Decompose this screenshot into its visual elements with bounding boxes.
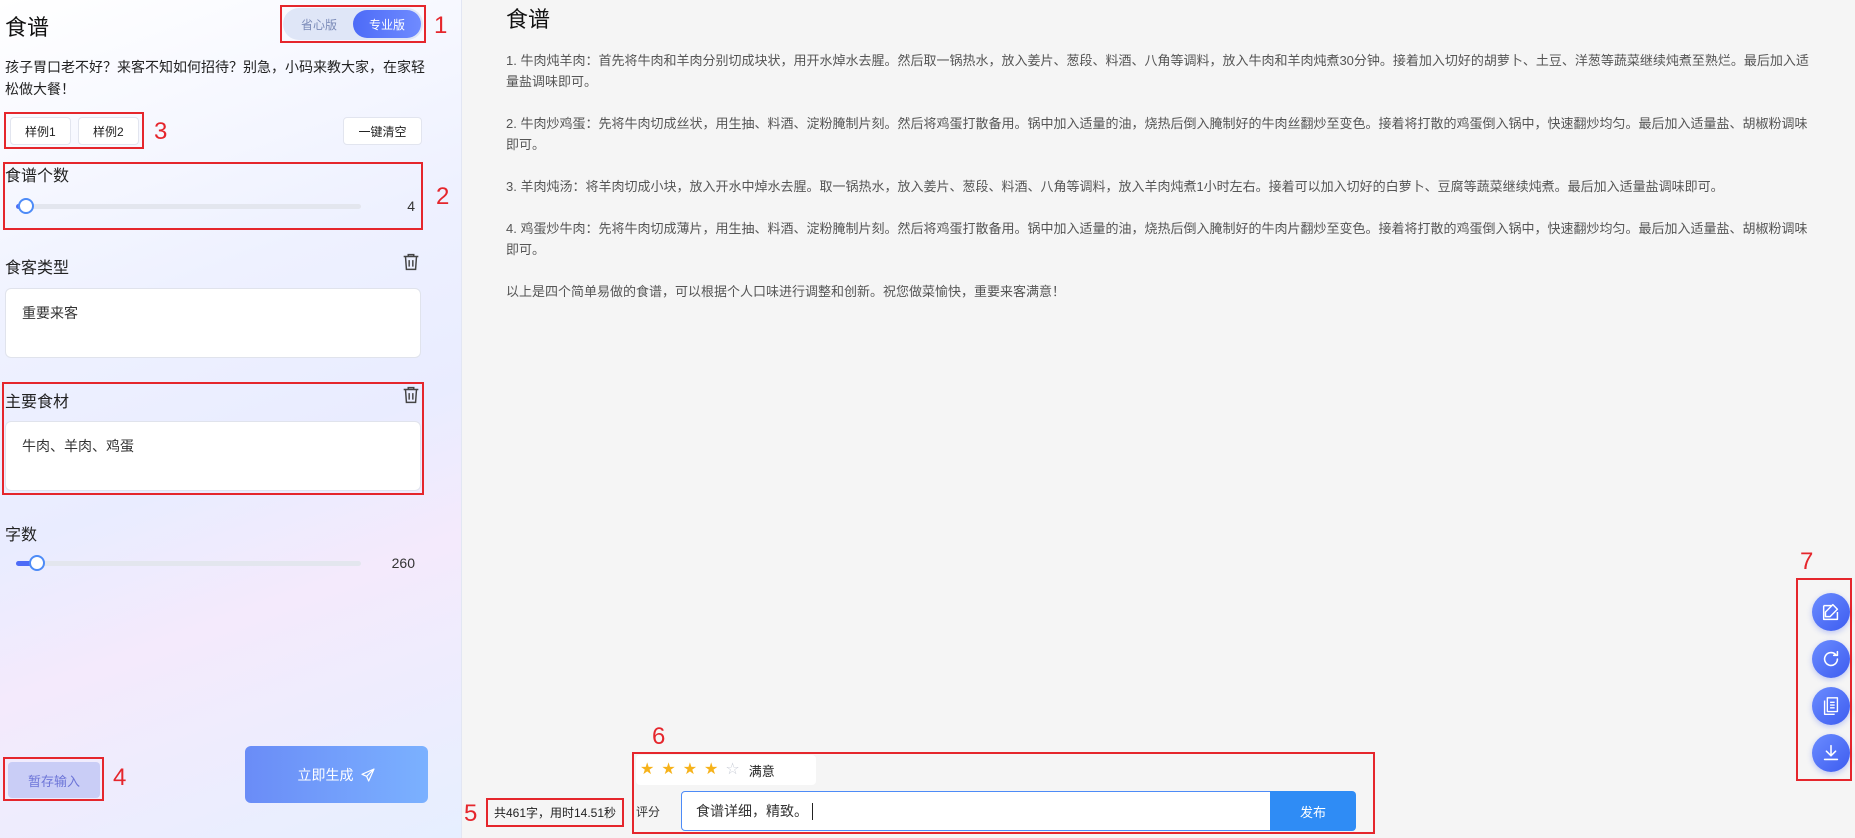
result-content: 1. 牛肉炖羊肉：首先将牛肉和羊肉分别切成块状，用开水焯水去腥。然后取一锅热水，… bbox=[506, 50, 1816, 323]
guest-type-label: 食客类型 bbox=[5, 260, 70, 277]
guest-type-input[interactable]: 重要来客 bbox=[5, 288, 421, 358]
recipe-paragraph: 4. 鸡蛋炒牛肉：先将牛肉切成薄片，用生抽、料酒、淀粉腌制片刻。然后将鸡蛋打散备… bbox=[506, 221, 1808, 257]
annotation-number-1: 1 bbox=[434, 12, 448, 39]
recipe-summary: 以上是四个简单易做的食谱，可以根据个人口味进行调整和创新。祝您做菜愉快，重要来客… bbox=[506, 284, 1066, 299]
annotation-number-5: 5 bbox=[464, 800, 478, 827]
annotation-box-3 bbox=[4, 112, 144, 149]
trash-icon[interactable] bbox=[400, 251, 422, 273]
annotation-number-6: 6 bbox=[652, 723, 666, 750]
word-count-label: 字数 bbox=[5, 527, 38, 544]
annotation-number-4: 4 bbox=[113, 764, 127, 791]
annotation-box-2 bbox=[3, 162, 423, 230]
annotation-number-3: 3 bbox=[154, 118, 168, 145]
recipe-paragraph: 3. 羊肉炖汤：将羊肉切成小块，放入开水中焯水去腥。取一锅热水，放入姜片、葱段、… bbox=[506, 179, 1724, 194]
word-count-value: 260 bbox=[391, 555, 415, 571]
annotation-box-7 bbox=[1796, 578, 1852, 781]
annotation-box-ingredients bbox=[2, 382, 424, 495]
annotation-box-4 bbox=[3, 757, 104, 801]
annotation-number-2: 2 bbox=[436, 183, 450, 210]
annotation-box-5 bbox=[486, 798, 624, 827]
annotation-box-6 bbox=[632, 752, 1375, 834]
result-title: 食谱 bbox=[506, 7, 551, 32]
panel-description: 孩子胃口老不好？来客不知如何招待？别急，小码来教大家，在家轻松做大餐！ bbox=[5, 59, 425, 97]
recipe-paragraph: 2. 牛肉炒鸡蛋：先将牛肉切成丝状，用生抽、料酒、淀粉腌制片刻。然后将鸡蛋打散备… bbox=[506, 116, 1808, 152]
recipe-paragraph: 1. 牛肉炖羊肉：首先将牛肉和羊肉分别切成块状，用开水焯水去腥。然后取一锅热水，… bbox=[506, 53, 1809, 89]
panel-title: 食谱 bbox=[5, 15, 50, 40]
generate-label: 立即生成 bbox=[297, 766, 354, 783]
word-count-slider[interactable] bbox=[16, 555, 361, 571]
slider-handle[interactable] bbox=[28, 555, 45, 571]
generate-button[interactable]: 立即生成 bbox=[245, 746, 428, 803]
annotation-number-7: 7 bbox=[1800, 548, 1814, 575]
clear-all-button[interactable]: 一键清空 bbox=[343, 117, 422, 145]
send-icon bbox=[360, 767, 375, 782]
annotation-box-1 bbox=[280, 5, 426, 43]
